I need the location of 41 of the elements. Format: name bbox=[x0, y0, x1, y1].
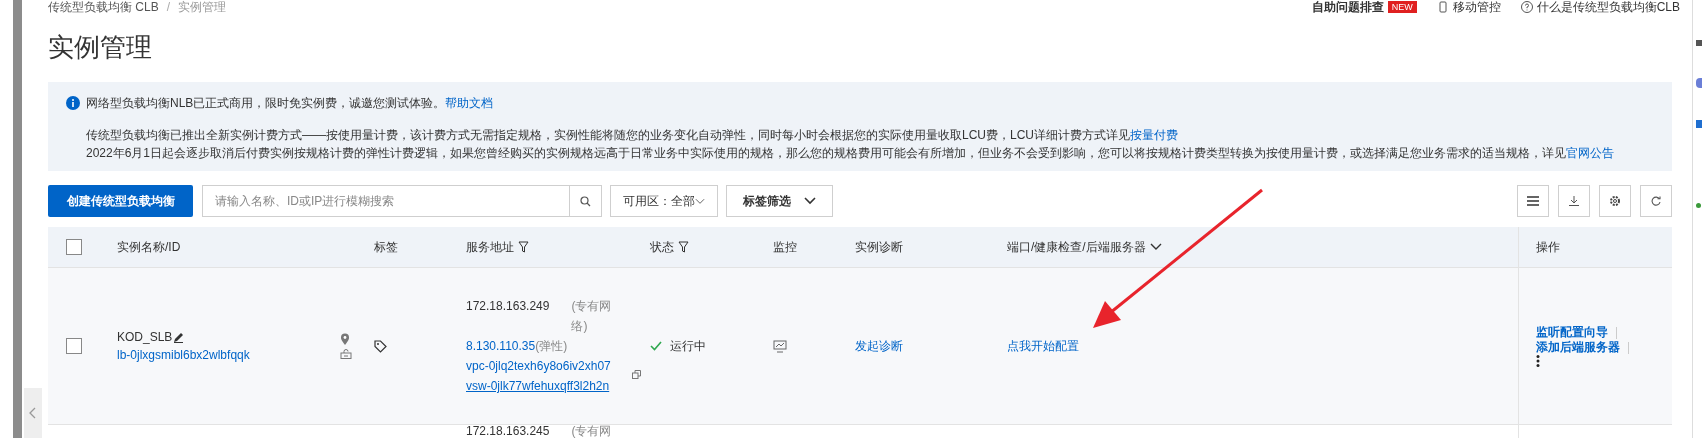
status-text: 运行中 bbox=[670, 338, 706, 355]
new-badge: NEW bbox=[1387, 1, 1417, 13]
ip-type: (弹性) bbox=[535, 338, 568, 355]
ip-address: 172.18.163.245 bbox=[466, 425, 550, 438]
ip-link[interactable]: 8.130.110.35 bbox=[466, 336, 536, 356]
column-header: 标签 bbox=[374, 239, 398, 256]
page-title: 实例管理 bbox=[48, 31, 153, 64]
ip-address: 172.18.163.249 bbox=[466, 298, 550, 315]
column-header: 端口/健康检查/后端服务器 bbox=[1007, 239, 1146, 256]
notice-text: 2022年6月1日起会逐步取消后付费实例按规格计费的弹性计费逻辑，如果您曾经购买的实例规格远高于日常业务中实际使用的规格，那么您的规格费用可能会有所增加，但业务不会受到影响，您可以将按规格计费类型转换为按使用量计费，或选择满足您业务需求的适当规格，详见官网公告 bbox=[86, 146, 1615, 160]
vswitch-link[interactable]: vsw-0jlk77wfehuxqff3l2h2n bbox=[466, 376, 616, 396]
notice-link[interactable]: 帮助文档 bbox=[445, 96, 494, 110]
column-header: 实例名称/ID bbox=[117, 239, 181, 256]
action-link[interactable]: 监听配置向导 bbox=[1536, 325, 1608, 340]
tag-filter-dropdown[interactable]: 标签筛选 bbox=[726, 185, 833, 217]
breadcrumb-link[interactable]: 传统型负载均衡 CLB bbox=[48, 0, 159, 14]
column-header: 服务地址 bbox=[466, 239, 514, 256]
network-type: (专有网络) bbox=[571, 298, 612, 335]
notice-text: 网络型负载均衡NLB已正式商用，限时免实例费，诚邀您测试体验。帮助文档 bbox=[86, 95, 494, 112]
column-header: 操作 bbox=[1536, 239, 1561, 256]
zone-dropdown[interactable]: 可用区：全部 bbox=[610, 185, 718, 217]
vpc-link[interactable]: vpc-0jlq2texh6y8o6iv2xh07 bbox=[466, 356, 616, 376]
breadcrumb-link[interactable]: 实例管理 bbox=[178, 0, 227, 14]
action-link[interactable]: 添加后端服务器 bbox=[1536, 340, 1620, 355]
network-type: (专有网 bbox=[571, 425, 612, 438]
column-header: 监控 bbox=[773, 239, 797, 256]
column-header: 状态 bbox=[650, 239, 674, 256]
help-link[interactable]: 自助问题排查 bbox=[1311, 0, 1384, 14]
search-field[interactable]: 请输入名称、ID或IP进行模糊搜索 bbox=[202, 185, 570, 217]
help-link[interactable]: 什么是传统型负载均衡CLB bbox=[1536, 0, 1680, 14]
instance-id-link[interactable]: lb-0jlxgsmibl6bx2wlbfqqk bbox=[117, 346, 250, 364]
create-button[interactable]: 创建传统型负载均衡 bbox=[48, 185, 193, 217]
config-link[interactable]: 点我开始配置 bbox=[1007, 339, 1079, 353]
notice-link[interactable]: 官网公告 bbox=[1566, 146, 1615, 160]
notice-link[interactable]: 按量付费 bbox=[1130, 128, 1178, 142]
diagnose-link[interactable]: 发起诊断 bbox=[855, 339, 903, 353]
notice-text: 传统型负载均衡已推出全新实例计费方式——按使用量计费，该计费方式无需指定规格，实例性能将随您的业务变化自动弹性，同时每小时会根据您的实际使用量收取LCU费，LCU详细计费方式详见按量付费 bbox=[86, 128, 1178, 142]
breadcrumb-separator: / bbox=[166, 0, 171, 14]
help-link[interactable]: 移动管控 bbox=[1452, 0, 1501, 14]
column-header: 实例诊断 bbox=[855, 239, 903, 256]
instance-name: KOD_SLB bbox=[117, 329, 173, 346]
